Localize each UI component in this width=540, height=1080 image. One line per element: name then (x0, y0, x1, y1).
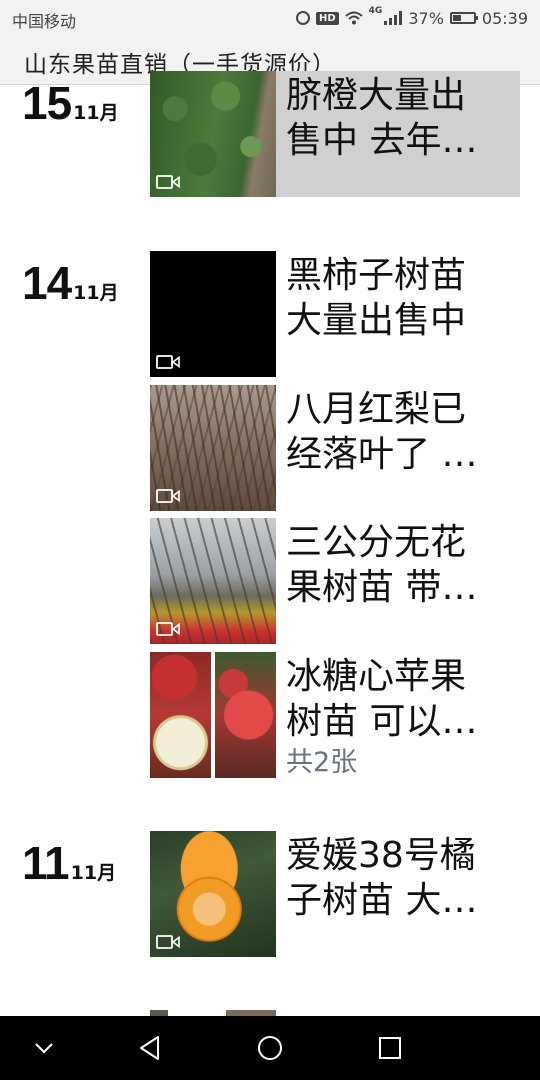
chevron-down-icon[interactable] (28, 1032, 60, 1064)
battery-icon (449, 12, 478, 24)
photo-thumbnail[interactable] (150, 652, 276, 778)
recents-icon[interactable] (374, 1032, 406, 1064)
alarm-icon (296, 11, 310, 25)
status-bar: 中国移动 HD 4G 37% 05:39 (0, 0, 540, 36)
apple-photo (150, 652, 211, 778)
date-label: 15 11月 (22, 76, 119, 130)
carrier-name: 中国移动 (12, 12, 77, 31)
photo-count: 共2张 (286, 747, 358, 778)
post-caption: 爱媛38号橘 子树苗 大… (286, 833, 512, 923)
apple-photo (215, 652, 276, 778)
video-icon (156, 175, 180, 189)
video-thumbnail[interactable] (150, 518, 276, 644)
day-number: 15 (22, 77, 72, 129)
date-label: 14 11月 (22, 256, 119, 310)
caption-line: 冰糖心苹果 (286, 656, 467, 697)
caption-line: 售中 去年… (286, 120, 478, 161)
post-caption: 黑柿子树苗 大量出售中 (286, 253, 512, 343)
video-icon (156, 355, 180, 369)
battery-percent: 37% (408, 8, 444, 28)
month-label: 11月 (73, 102, 119, 124)
month-label: 11月 (73, 282, 119, 304)
day-number: 11 (22, 837, 70, 889)
caption-line: 三公分无花 (286, 522, 467, 563)
post-item[interactable]: 脐橙大量出 售中 去年… (150, 71, 520, 197)
caption-line: 果树苗 带… (286, 567, 478, 608)
back-icon[interactable] (134, 1032, 166, 1064)
caption-line: 八月红梨已 (286, 389, 467, 430)
clock: 05:39 (481, 8, 528, 28)
hd-icon: HD (316, 11, 339, 25)
caption-line: 经落叶了 … (286, 434, 478, 475)
post-item[interactable]: 三公分无花 果树苗 带… (150, 518, 520, 644)
status-icons: HD 4G 37% 05:39 (296, 6, 528, 30)
video-icon (156, 489, 180, 503)
month-label: 11月 (70, 862, 117, 884)
day-number: 14 (22, 257, 72, 309)
post-item[interactable]: 爱媛38号橘 子树苗 大… (150, 831, 520, 957)
caption-line: 树苗 可以发… (286, 701, 512, 742)
caption-line: 黑柿子树苗 (286, 255, 467, 296)
signal-icon (384, 11, 403, 25)
network-type: 4G (368, 6, 383, 16)
navigation-bar (0, 1016, 540, 1080)
post-caption: 三公分无花 果树苗 带… (286, 520, 512, 610)
post-item[interactable]: 黑柿子树苗 大量出售中 (150, 251, 520, 377)
video-thumbnail[interactable] (150, 385, 276, 511)
caption-line: 大量出售中 (286, 300, 467, 341)
video-thumbnail[interactable] (150, 71, 276, 197)
caption-line: 爱媛38号橘 (286, 835, 476, 876)
wifi-icon (345, 11, 363, 25)
video-thumbnail[interactable] (150, 831, 276, 957)
caption-line: 子树苗 大… (286, 880, 478, 921)
caption-line: 脐橙大量出 (286, 75, 467, 116)
date-label: 11 11月 (22, 836, 116, 890)
post-caption: 八月红梨已 经落叶了 … (286, 387, 512, 477)
video-icon (156, 935, 180, 949)
home-icon[interactable] (254, 1032, 286, 1064)
post-item[interactable]: 冰糖心苹果 树苗 可以发… 共2张 (150, 652, 520, 778)
video-icon (156, 622, 180, 636)
post-caption: 冰糖心苹果 树苗 可以发… (286, 654, 512, 744)
post-caption: 脐橙大量出 售中 去年… (286, 73, 512, 163)
post-item[interactable]: 八月红梨已 经落叶了 … (150, 385, 520, 511)
video-thumbnail[interactable] (150, 251, 276, 377)
